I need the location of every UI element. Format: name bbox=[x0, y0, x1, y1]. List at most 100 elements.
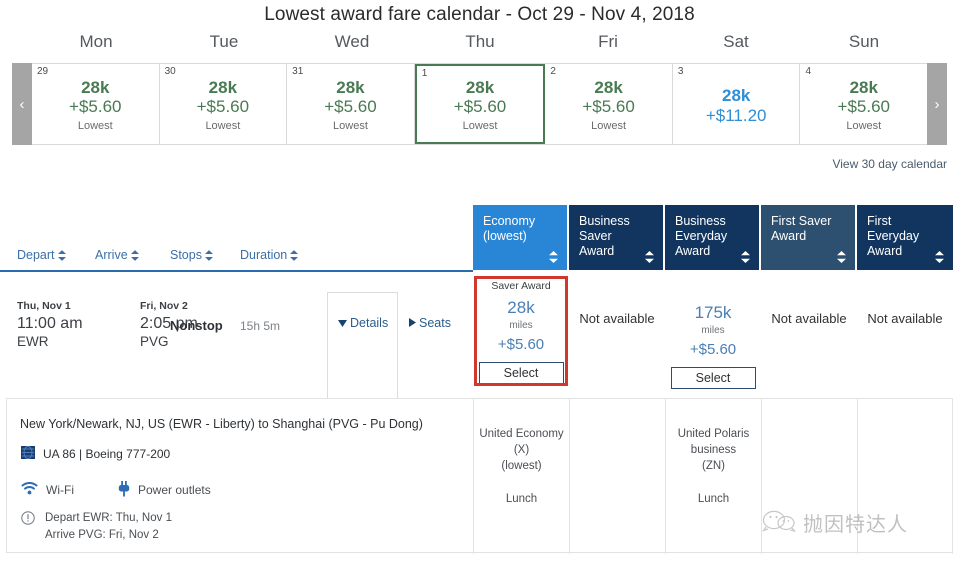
sort-column-label: Depart bbox=[17, 248, 55, 262]
sort-toggle-icon[interactable] bbox=[837, 251, 846, 263]
sort-toggle-icon[interactable] bbox=[204, 250, 213, 264]
fare-class-tab-line: Business bbox=[579, 214, 630, 228]
fare-class-tab-line: Everyday bbox=[675, 229, 728, 243]
calendar-day-cell[interactable]: 29 28k +$5.60 Lowest bbox=[32, 64, 160, 144]
notice-arrive: Arrive PVG: Fri, Nov 2 bbox=[45, 529, 159, 541]
fare-cell: 175k miles +$5.60 Select bbox=[665, 272, 761, 398]
notice-depart: Depart EWR: Thu, Nov 1 bbox=[45, 512, 172, 524]
sort-header-row: Depart Arrive Stops Duration bbox=[0, 248, 473, 270]
sort-toggle-icon[interactable] bbox=[130, 250, 139, 264]
sort-toggle-icon[interactable] bbox=[290, 250, 299, 264]
fare-price: +$5.60 bbox=[497, 335, 545, 353]
details-toggle[interactable]: Details bbox=[338, 316, 388, 330]
calendar-strip: ‹ 29 28k +$5.60 Lowest 30 28k +$5.60 Lowest 31 28… bbox=[12, 63, 947, 145]
sort-column-stops[interactable]: Stops bbox=[170, 248, 213, 264]
calendar-day-note: Lowest bbox=[77, 119, 113, 132]
flight-result-row: Thu, Nov 1 11:00 am EWR Fri, Nov 2 2:05 … bbox=[0, 272, 959, 398]
fare-class-tab[interactable]: Economy (lowest) bbox=[473, 205, 569, 270]
sort-toggle-icon[interactable] bbox=[741, 251, 750, 263]
calendar-day-price: +$5.60 bbox=[453, 97, 507, 117]
calendar-day-cell[interactable]: 30 28k +$5.60 Lowest bbox=[159, 64, 288, 144]
cabin-detail-line: (X) bbox=[513, 444, 530, 456]
duration-value: 15h 5m bbox=[240, 319, 281, 333]
select-fare-button[interactable]: Select bbox=[670, 367, 756, 390]
sort-toggle-icon[interactable] bbox=[935, 251, 944, 263]
fare-miles-unit: miles bbox=[509, 319, 533, 331]
calendar-day-cell[interactable]: 4 28k +$5.60 Lowest bbox=[800, 64, 928, 144]
fare-class-tab-line: Economy bbox=[483, 214, 536, 228]
calendar-day-miles: 28k bbox=[721, 86, 751, 106]
calendar-dayname: Sat bbox=[723, 32, 749, 51]
info-icon bbox=[21, 511, 35, 530]
watermark: 抛因特达人 bbox=[761, 508, 908, 537]
sort-column-duration[interactable]: Duration bbox=[240, 248, 299, 264]
arrive-date: Fri, Nov 2 bbox=[140, 300, 188, 312]
calendar-day-cell[interactable]: 1 28k +$5.60 Lowest bbox=[414, 64, 546, 144]
depart-time: 11:00 am bbox=[17, 314, 83, 332]
sort-toggle-icon[interactable] bbox=[57, 250, 66, 264]
stops-value: Nonstop bbox=[170, 318, 223, 333]
fare-class-tab-line: Award bbox=[579, 244, 615, 258]
fare-class-tab[interactable]: Business Saver Award bbox=[569, 205, 665, 270]
calendar-dayname: Sun bbox=[848, 32, 880, 51]
cabin-detail-line: business bbox=[690, 444, 737, 456]
fare-not-available: Not available bbox=[579, 311, 655, 326]
calendar-prev-button[interactable]: ‹ bbox=[12, 63, 32, 145]
sort-toggle-icon[interactable] bbox=[549, 251, 558, 263]
wifi-label: Wi-Fi bbox=[46, 483, 74, 497]
cabin-meal-service: Lunch bbox=[505, 493, 538, 505]
calendar-day-note: Lowest bbox=[591, 119, 627, 132]
seats-label: Seats bbox=[419, 316, 451, 330]
sort-toggle-icon[interactable] bbox=[645, 251, 654, 263]
sort-column-arrive[interactable]: Arrive bbox=[95, 248, 139, 264]
view-30-day-calendar-link[interactable]: View 30 day calendar bbox=[832, 157, 947, 171]
calendar-day-price: +$5.60 bbox=[69, 97, 122, 117]
fare-class-tab-line: First bbox=[867, 214, 892, 228]
fare-miles: 28k bbox=[507, 298, 535, 317]
seats-toggle[interactable]: Seats bbox=[409, 316, 451, 330]
fare-class-tab-line: Award bbox=[771, 229, 807, 243]
route-text: New York/Newark, NJ, US (EWR - Liberty) … bbox=[20, 417, 423, 431]
calendar-day-number: 30 bbox=[164, 66, 176, 77]
calendar-day-number: 4 bbox=[805, 66, 812, 77]
award-type-label: Saver Award bbox=[491, 280, 551, 292]
calendar-day-number: 3 bbox=[677, 66, 684, 77]
sort-column-label: Duration bbox=[240, 248, 288, 262]
calendar-day-miles: 28k bbox=[594, 77, 623, 97]
fare-class-tab[interactable]: Business Everyday Award bbox=[665, 205, 761, 270]
cabin-detail-line: United Polaris bbox=[677, 428, 750, 440]
wifi-icon bbox=[21, 481, 38, 500]
calendar-day-cell[interactable]: 31 28k +$5.60 Lowest bbox=[287, 64, 415, 144]
calendar-next-button[interactable]: › bbox=[927, 63, 947, 145]
details-expander-box bbox=[327, 292, 398, 398]
watermark-text: 抛因特达人 bbox=[803, 512, 908, 536]
power-outlet-icon bbox=[117, 481, 131, 502]
cabin-detail-column bbox=[569, 399, 665, 554]
fare-cell: Not available bbox=[761, 272, 857, 398]
fare-class-tab[interactable]: First Everyday Award bbox=[857, 205, 953, 270]
details-label: Details bbox=[350, 316, 389, 330]
sort-column-depart[interactable]: Depart bbox=[17, 248, 66, 264]
fare-class-tab-line: First Saver bbox=[771, 214, 832, 228]
fare-class-tab-line: Everyday bbox=[867, 229, 920, 243]
fare-miles: 175k bbox=[694, 303, 732, 322]
cabin-detail-line: United Economy bbox=[479, 428, 564, 440]
fare-class-tab-line: Award bbox=[867, 244, 903, 258]
depart-block: Thu, Nov 1 11:00 am EWR bbox=[17, 300, 83, 350]
fare-not-available: Not available bbox=[771, 311, 847, 326]
calendar-day-cell[interactable]: 3 28k +$11.20 bbox=[672, 64, 801, 144]
select-fare-button[interactable]: Select bbox=[478, 362, 564, 385]
fare-class-tab-line: Award bbox=[675, 244, 711, 258]
wechat-logo-icon bbox=[761, 508, 797, 537]
chevron-right-icon bbox=[409, 316, 416, 330]
calendar-day-price: +$5.60 bbox=[837, 97, 890, 117]
fare-class-tab-line: Business bbox=[675, 214, 726, 228]
calendar-day-miles: 28k bbox=[336, 77, 365, 97]
calendar-day-note: Lowest bbox=[205, 119, 241, 132]
fare-cells: Saver Award 28k miles +$5.60 Select Not avail… bbox=[473, 272, 959, 398]
fare-class-tab[interactable]: First Saver Award bbox=[761, 205, 857, 270]
calendar-day-cell[interactable]: 2 28k +$5.60 Lowest bbox=[545, 64, 673, 144]
calendar-day-price: +$5.60 bbox=[196, 97, 250, 117]
fare-not-available: Not available bbox=[867, 311, 943, 326]
calendar-day-number: 1 bbox=[421, 68, 428, 79]
